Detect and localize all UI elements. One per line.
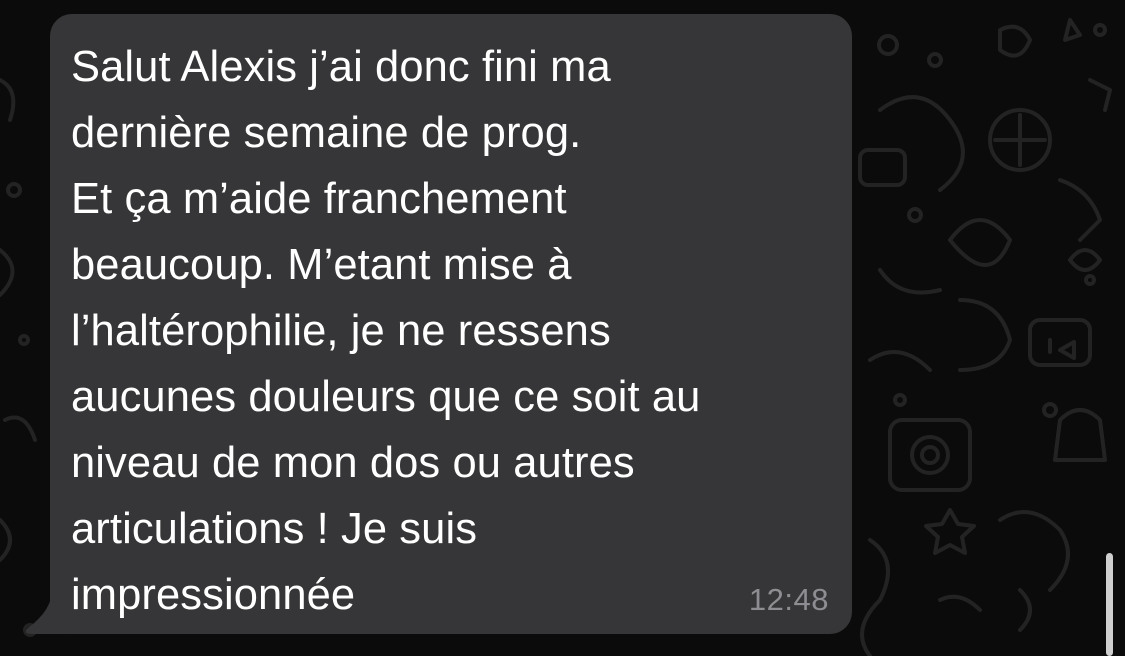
message-text: Salut Alexis j’ai donc fini ma dernière … [71, 43, 701, 619]
chat-view[interactable]: Salut Alexis j’ai donc fini ma dernière … [0, 0, 1125, 656]
message-timestamp: 12:48 [748, 582, 829, 617]
incoming-message-bubble[interactable]: Salut Alexis j’ai donc fini ma dernière … [50, 14, 852, 634]
scroll-indicator[interactable] [1106, 553, 1113, 656]
